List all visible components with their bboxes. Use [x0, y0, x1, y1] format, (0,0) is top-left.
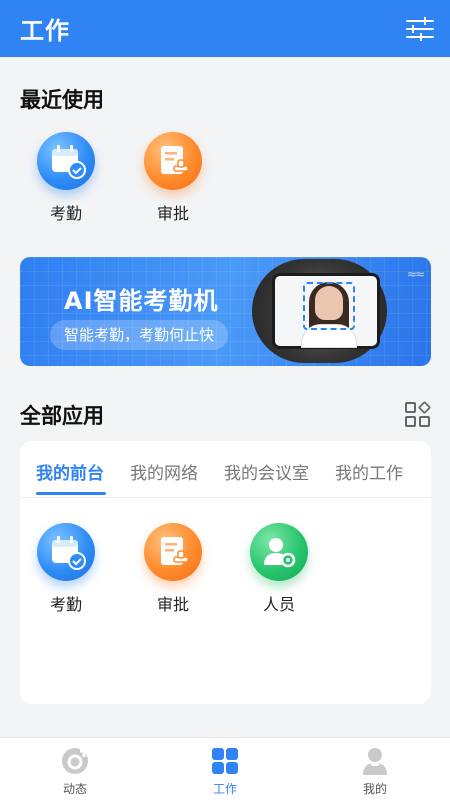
recent-app-attendance[interactable]: 考勤 — [26, 132, 106, 224]
tab-meeting-room[interactable]: 我的会议室 — [224, 459, 309, 484]
banner-title: AI智能考勤机 — [64, 287, 219, 315]
app-personnel[interactable]: 人员 — [239, 523, 319, 615]
nav-label: 动态 — [62, 782, 87, 796]
app-label: 考勤 — [49, 595, 82, 614]
approval-doc-icon — [144, 132, 202, 190]
calendar-check-icon — [37, 523, 95, 581]
bottom-navigation: 动态 工作 我的 — [0, 737, 450, 800]
wave-decoration-icon: ≈≈ — [406, 267, 425, 281]
profile-icon — [360, 746, 390, 776]
recent-section-title: 最近使用 — [20, 88, 104, 112]
tab-network[interactable]: 我的网络 — [130, 459, 198, 484]
all-apps-section-title: 全部应用 — [20, 404, 104, 428]
person-gear-icon — [250, 523, 308, 581]
feed-icon — [60, 746, 90, 776]
app-header: 工作 — [0, 0, 450, 57]
nav-item-work[interactable]: 工作 — [180, 746, 270, 797]
nav-item-feed[interactable]: 动态 — [30, 746, 120, 797]
all-apps-card: 我的前台 我的网络 我的会议室 我的工作 考勤 审批 人员 — [20, 441, 431, 704]
app-label: 考勤 — [49, 204, 82, 223]
nav-label: 工作 — [212, 782, 237, 796]
approval-doc-icon — [144, 523, 202, 581]
app-attendance[interactable]: 考勤 — [26, 523, 106, 615]
banner-subtitle: 智能考勤，考勤何止快 — [50, 320, 229, 350]
page-title: 工作 — [20, 17, 70, 45]
app-grid-icon[interactable] — [405, 400, 432, 428]
tab-front-desk[interactable]: 我的前台 — [36, 459, 104, 484]
face-scan-frame — [303, 282, 355, 330]
active-tab-indicator — [36, 492, 106, 495]
promo-banner[interactable]: AI智能考勤机 智能考勤，考勤何止快 ≈≈ — [20, 257, 431, 366]
app-approval[interactable]: 审批 — [133, 523, 213, 615]
app-label: 审批 — [156, 595, 189, 614]
calendar-check-icon — [37, 132, 95, 190]
app-label: 人员 — [262, 595, 295, 614]
tab-work[interactable]: 我的工作 — [335, 459, 403, 484]
app-category-tabs: 我的前台 我的网络 我的会议室 我的工作 — [20, 441, 431, 498]
work-grid-icon — [210, 746, 240, 776]
nav-item-profile[interactable]: 我的 — [330, 746, 420, 797]
app-label: 审批 — [156, 204, 189, 223]
nav-label: 我的 — [362, 782, 387, 796]
attendance-device-image — [252, 259, 387, 363]
filter-icon[interactable] — [406, 15, 434, 43]
recent-app-approval[interactable]: 审批 — [133, 132, 213, 224]
